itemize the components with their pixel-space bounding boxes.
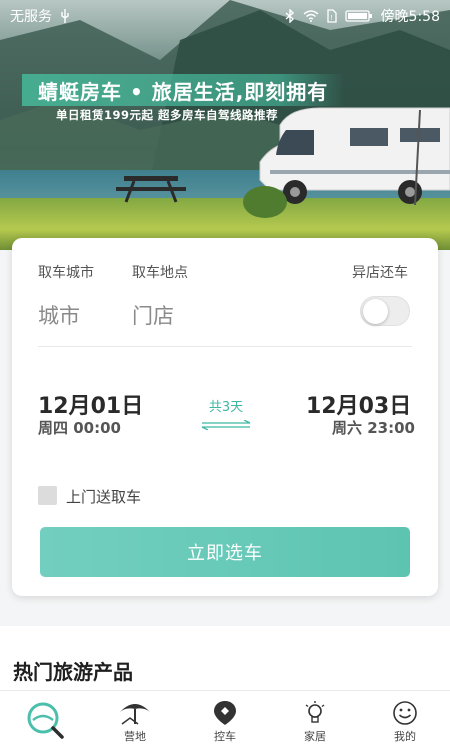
nav-item-search[interactable] (0, 691, 90, 750)
divider (38, 346, 412, 347)
booking-card: 取车城市 取车地点 异店还车 城市 门店 12月01日 周四 00:00 共3天… (12, 238, 438, 596)
pickup-store-label: 取车地点 (132, 265, 188, 281)
hot-products-title: 热门旅游产品 (13, 660, 133, 684)
pickup-store-selector[interactable]: 门店 (132, 300, 174, 330)
end-time[interactable]: 周六 23:00 (332, 417, 415, 438)
nav-label-home: 家居 (304, 730, 326, 743)
banner-subtitle: 单日租赁199元起 超多房车自驾线路推荐 (56, 108, 279, 122)
bluetooth-icon (285, 9, 294, 23)
pickup-city-selector[interactable]: 城市 (38, 300, 80, 330)
sim-icon: ! (326, 9, 337, 23)
home-bulb-icon (305, 701, 325, 723)
car-control-icon (214, 701, 236, 725)
bush (243, 186, 287, 218)
start-date[interactable]: 12月01日 (38, 388, 143, 420)
two-way-arrow-icon (201, 419, 251, 431)
select-car-button[interactable]: 立即选车 (40, 527, 410, 577)
clock-text: 傍晚5:58 (380, 9, 440, 25)
carrier-text: 无服务 (10, 9, 52, 25)
banner-title: 蜻蜓房车 • 旅居生活,即刻拥有 (22, 74, 345, 106)
nav-item-car-control[interactable]: 控车 (180, 691, 270, 750)
door-delivery-checkbox[interactable] (38, 486, 57, 505)
toggle-knob (363, 299, 388, 324)
rental-duration: 共3天 (198, 396, 254, 434)
svg-text:!: ! (330, 14, 333, 22)
battery-icon (344, 10, 372, 22)
pickup-city-label: 取车城市 (38, 265, 94, 281)
nav-item-campsite[interactable]: 营地 (90, 691, 180, 750)
duration-text: 共3天 (208, 400, 244, 415)
hero-banner[interactable]: 蜻蜓房车 • 旅居生活,即刻拥有 单日租赁199元起 超多房车自驾线路推荐 (0, 0, 450, 250)
usb-icon (61, 9, 69, 23)
start-time[interactable]: 周四 00:00 (38, 417, 121, 438)
picnic-table-icon (116, 176, 186, 203)
nav-label-profile: 我的 (394, 730, 416, 743)
wifi-icon (303, 10, 319, 22)
end-date[interactable]: 12月03日 (306, 388, 411, 420)
smiley-icon (393, 701, 417, 725)
nav-label-campsite: 营地 (124, 730, 146, 743)
campsite-icon (120, 704, 150, 725)
door-delivery-label[interactable]: 上门送取车 (66, 486, 141, 507)
bottom-nav: 营地 控车 家居 我的 (0, 690, 450, 750)
status-bar: 无服务 ! 傍晚5:58 (0, 0, 450, 32)
nav-item-home[interactable]: 家居 (270, 691, 360, 750)
nav-label-car-control: 控车 (214, 730, 236, 743)
return-other-store-label: 异店还车 (352, 265, 408, 281)
return-other-store-toggle[interactable] (360, 296, 410, 326)
search-icon (27, 702, 64, 739)
nav-item-profile[interactable]: 我的 (360, 691, 450, 750)
